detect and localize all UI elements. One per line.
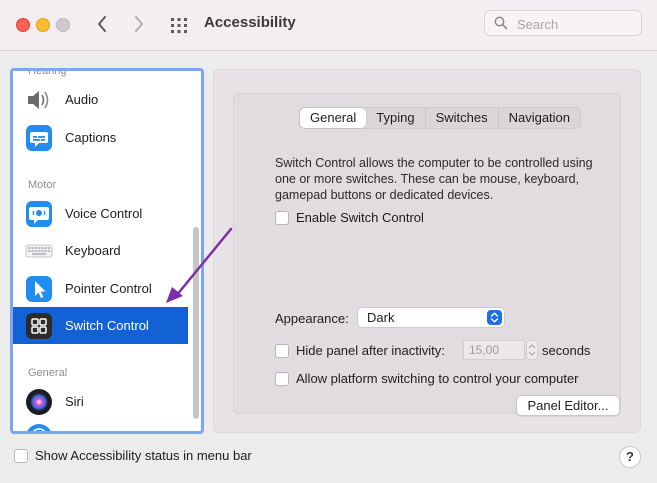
platform-switching-label: Allow platform switching to control your… (296, 371, 579, 386)
voice-control-icon (26, 201, 52, 227)
tab-switches[interactable]: Switches (426, 108, 499, 128)
tab-navigation[interactable]: Navigation (499, 108, 580, 128)
chevron-right-icon (135, 16, 143, 32)
appearance-select[interactable]: Dark (357, 307, 505, 328)
chevron-left-icon (98, 16, 106, 32)
menu-bar-status-checkbox[interactable] (14, 448, 28, 463)
stepper-icon (526, 340, 538, 360)
sidebar-item-pointer-control[interactable]: Pointer Control (13, 270, 188, 307)
close-window-button[interactable] (16, 18, 30, 32)
back-button[interactable] (90, 12, 114, 36)
speaker-icon (28, 91, 49, 109)
panel-editor-button[interactable]: Panel Editor... (516, 395, 620, 416)
sidebar-item-siri[interactable]: Siri (13, 383, 188, 420)
select-arrows-icon (487, 310, 502, 325)
search-field[interactable] (484, 10, 642, 36)
sidebar-item-keyboard[interactable]: Keyboard (13, 232, 188, 269)
sidebar-item-label: Captions (65, 130, 117, 145)
hide-panel-label: Hide panel after inactivity: (296, 343, 445, 358)
sidebar[interactable]: Hearing Audio Captions Motor Voice Contr… (10, 68, 204, 434)
sidebar-scrollbar[interactable] (193, 227, 199, 419)
search-input[interactable] (515, 15, 639, 33)
platform-switching-checkbox[interactable] (275, 371, 289, 386)
hide-panel-checkbox[interactable] (275, 343, 289, 358)
menu-bar-status-label: Show Accessibility status in menu bar (35, 448, 252, 463)
search-icon (494, 16, 508, 30)
appearance-value: Dark (367, 310, 395, 325)
sidebar-item-label: Siri (65, 394, 84, 409)
hide-panel-row[interactable]: Hide panel after inactivity: (275, 343, 445, 358)
switch-control-pane: General Typing Switches Navigation Switc… (213, 69, 641, 433)
minimize-window-button[interactable] (36, 18, 50, 32)
preferences-window: Accessibility Hearing Audio (0, 0, 657, 483)
enable-switch-control-row[interactable]: Enable Switch Control (275, 210, 424, 225)
tab-content: General Typing Switches Navigation Switc… (233, 93, 621, 416)
pointer-icon (26, 276, 52, 302)
sidebar-item-voice-control[interactable]: Voice Control (13, 195, 188, 232)
show-all-button[interactable] (168, 14, 192, 36)
sidebar-item-label: Switch Control (65, 318, 149, 333)
seconds-label: seconds (542, 343, 591, 358)
switch-control-icon (26, 313, 52, 339)
sidebar-item-label: Keyboard (65, 243, 121, 258)
zoom-window-button[interactable] (56, 18, 70, 32)
sidebar-section-motor: Motor (28, 179, 57, 191)
tab-general[interactable]: General (300, 108, 367, 128)
appearance-label: Appearance: (275, 311, 349, 326)
captions-icon (26, 125, 52, 151)
grid-icon (171, 18, 187, 33)
inactivity-stepper[interactable] (526, 340, 538, 360)
enable-switch-control-checkbox[interactable] (275, 210, 289, 225)
sidebar-item-captions[interactable]: Captions (13, 119, 188, 156)
enable-switch-control-label: Enable Switch Control (296, 210, 424, 225)
sidebar-item-switch-control[interactable]: Switch Control (13, 307, 188, 344)
sidebar-item-label: Voice Control (65, 206, 143, 221)
sidebar-section-hearing: Hearing (28, 68, 67, 77)
help-button[interactable]: ? (619, 446, 641, 468)
keyboard-icon (25, 244, 53, 258)
sidebar-item-label: Pointer Control (65, 281, 152, 296)
tab-typing[interactable]: Typing (366, 108, 426, 128)
window-title: Accessibility (204, 14, 296, 31)
sidebar-section-general: General (28, 367, 68, 379)
sidebar-item-label: Audio (65, 92, 99, 107)
siri-icon (26, 389, 52, 415)
tab-bar: General Typing Switches Navigation (299, 107, 582, 129)
switch-control-description: Switch Control allows the computer to be… (275, 156, 593, 202)
menu-bar-status-row[interactable]: Show Accessibility status in menu bar (14, 448, 252, 463)
forward-button[interactable] (127, 12, 151, 36)
platform-switching-row[interactable]: Allow platform switching to control your… (275, 371, 579, 386)
inactivity-seconds-field[interactable]: 15,00 (463, 340, 525, 360)
sidebar-item-audio[interactable]: Audio (13, 81, 188, 118)
partial-item-icon (27, 424, 51, 431)
title-bar: Accessibility (0, 0, 657, 51)
